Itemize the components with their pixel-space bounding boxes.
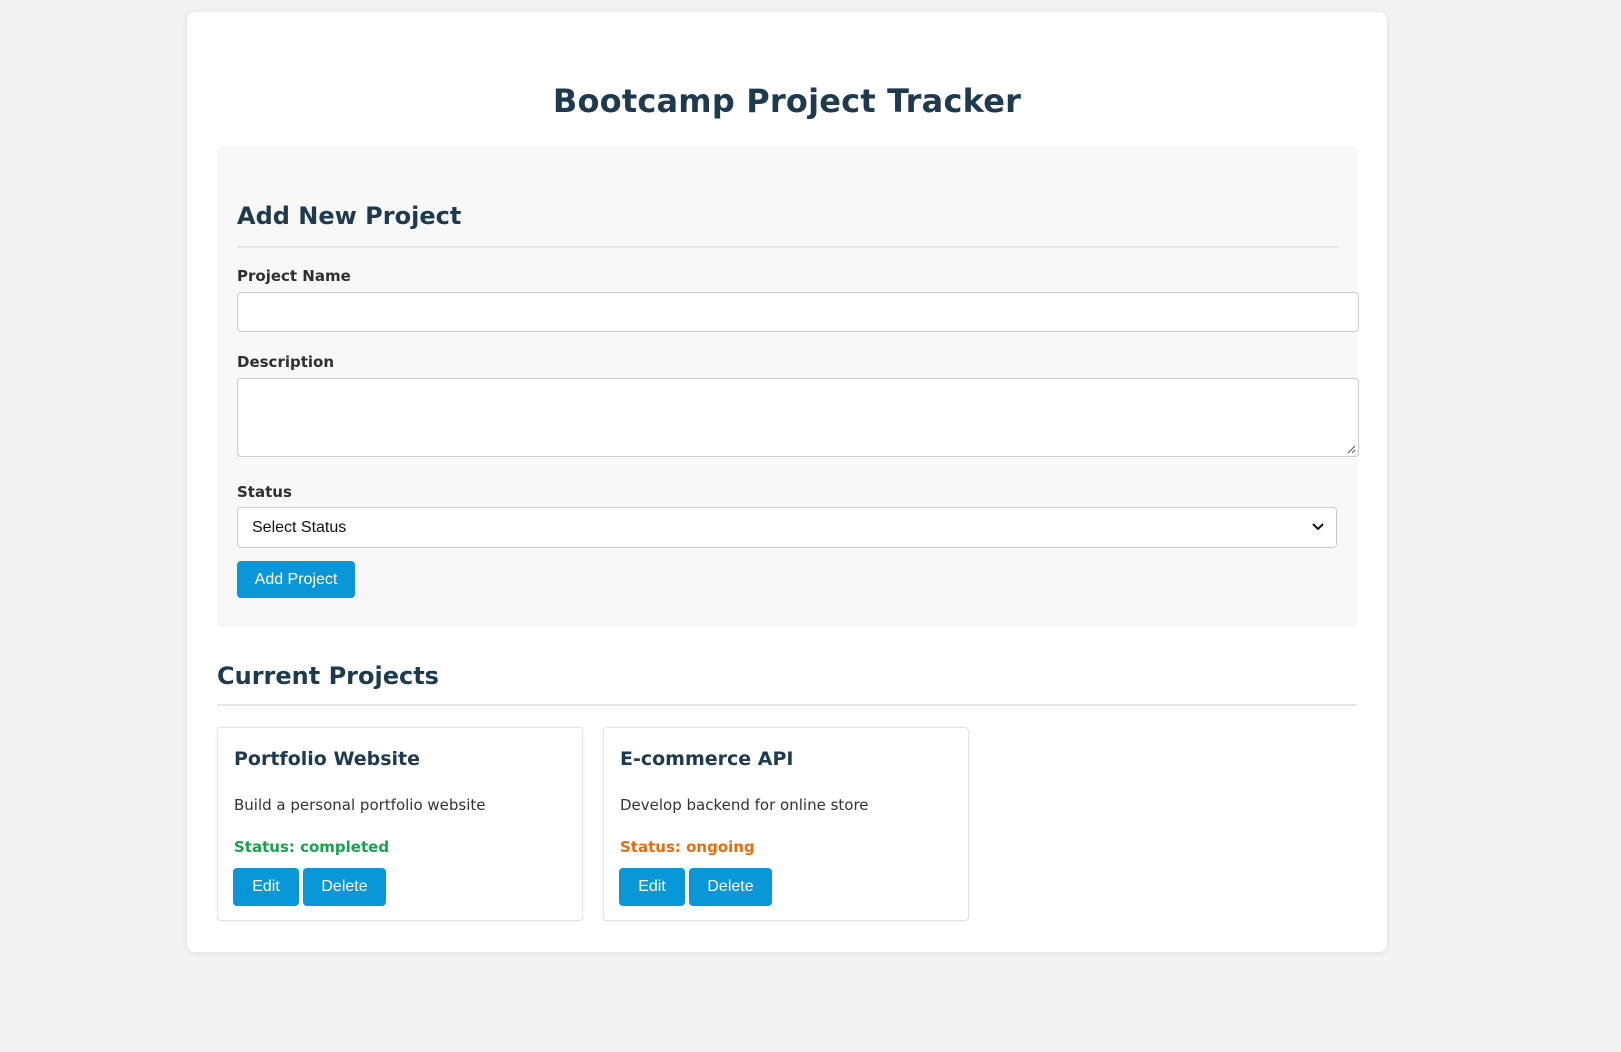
project-status: Status: ongoing [620,838,755,856]
project-card: Portfolio Website Build a personal portf… [217,727,583,921]
project-card: E-commerce API Develop backend for onlin… [603,727,969,921]
form-heading: Add New Project [237,202,462,230]
form-divider [237,246,1337,248]
project-description: Build a personal portfolio website [234,796,486,814]
resize-handle-icon[interactable] [1346,444,1356,454]
status-select[interactable]: Select Status [237,507,1337,548]
page-title: Bootcamp Project Tracker [552,82,1022,120]
add-project-button[interactable]: Add Project [237,561,355,598]
status-label: Status [237,483,292,501]
add-project-form: Add New Project Project Name Description… [217,146,1359,627]
edit-button[interactable]: Edit [619,868,685,906]
description-textarea[interactable] [237,378,1359,457]
delete-button[interactable]: Delete [303,868,386,906]
project-title: Portfolio Website [234,748,421,770]
status-select-value: Select Status [252,519,347,536]
project-status: Status: completed [234,838,390,856]
current-projects-heading: Current Projects [217,662,439,690]
main-container: Bootcamp Project Tracker Add New Project… [187,12,1387,952]
project-title: E-commerce API [620,748,794,770]
edit-button[interactable]: Edit [233,868,299,906]
projects-divider [217,704,1357,706]
project-name-label: Project Name [237,267,351,285]
delete-button[interactable]: Delete [689,868,772,906]
chevron-down-icon [1312,523,1324,531]
project-name-input[interactable] [237,292,1359,332]
description-label: Description [237,353,335,371]
project-description: Develop backend for online store [620,796,869,814]
